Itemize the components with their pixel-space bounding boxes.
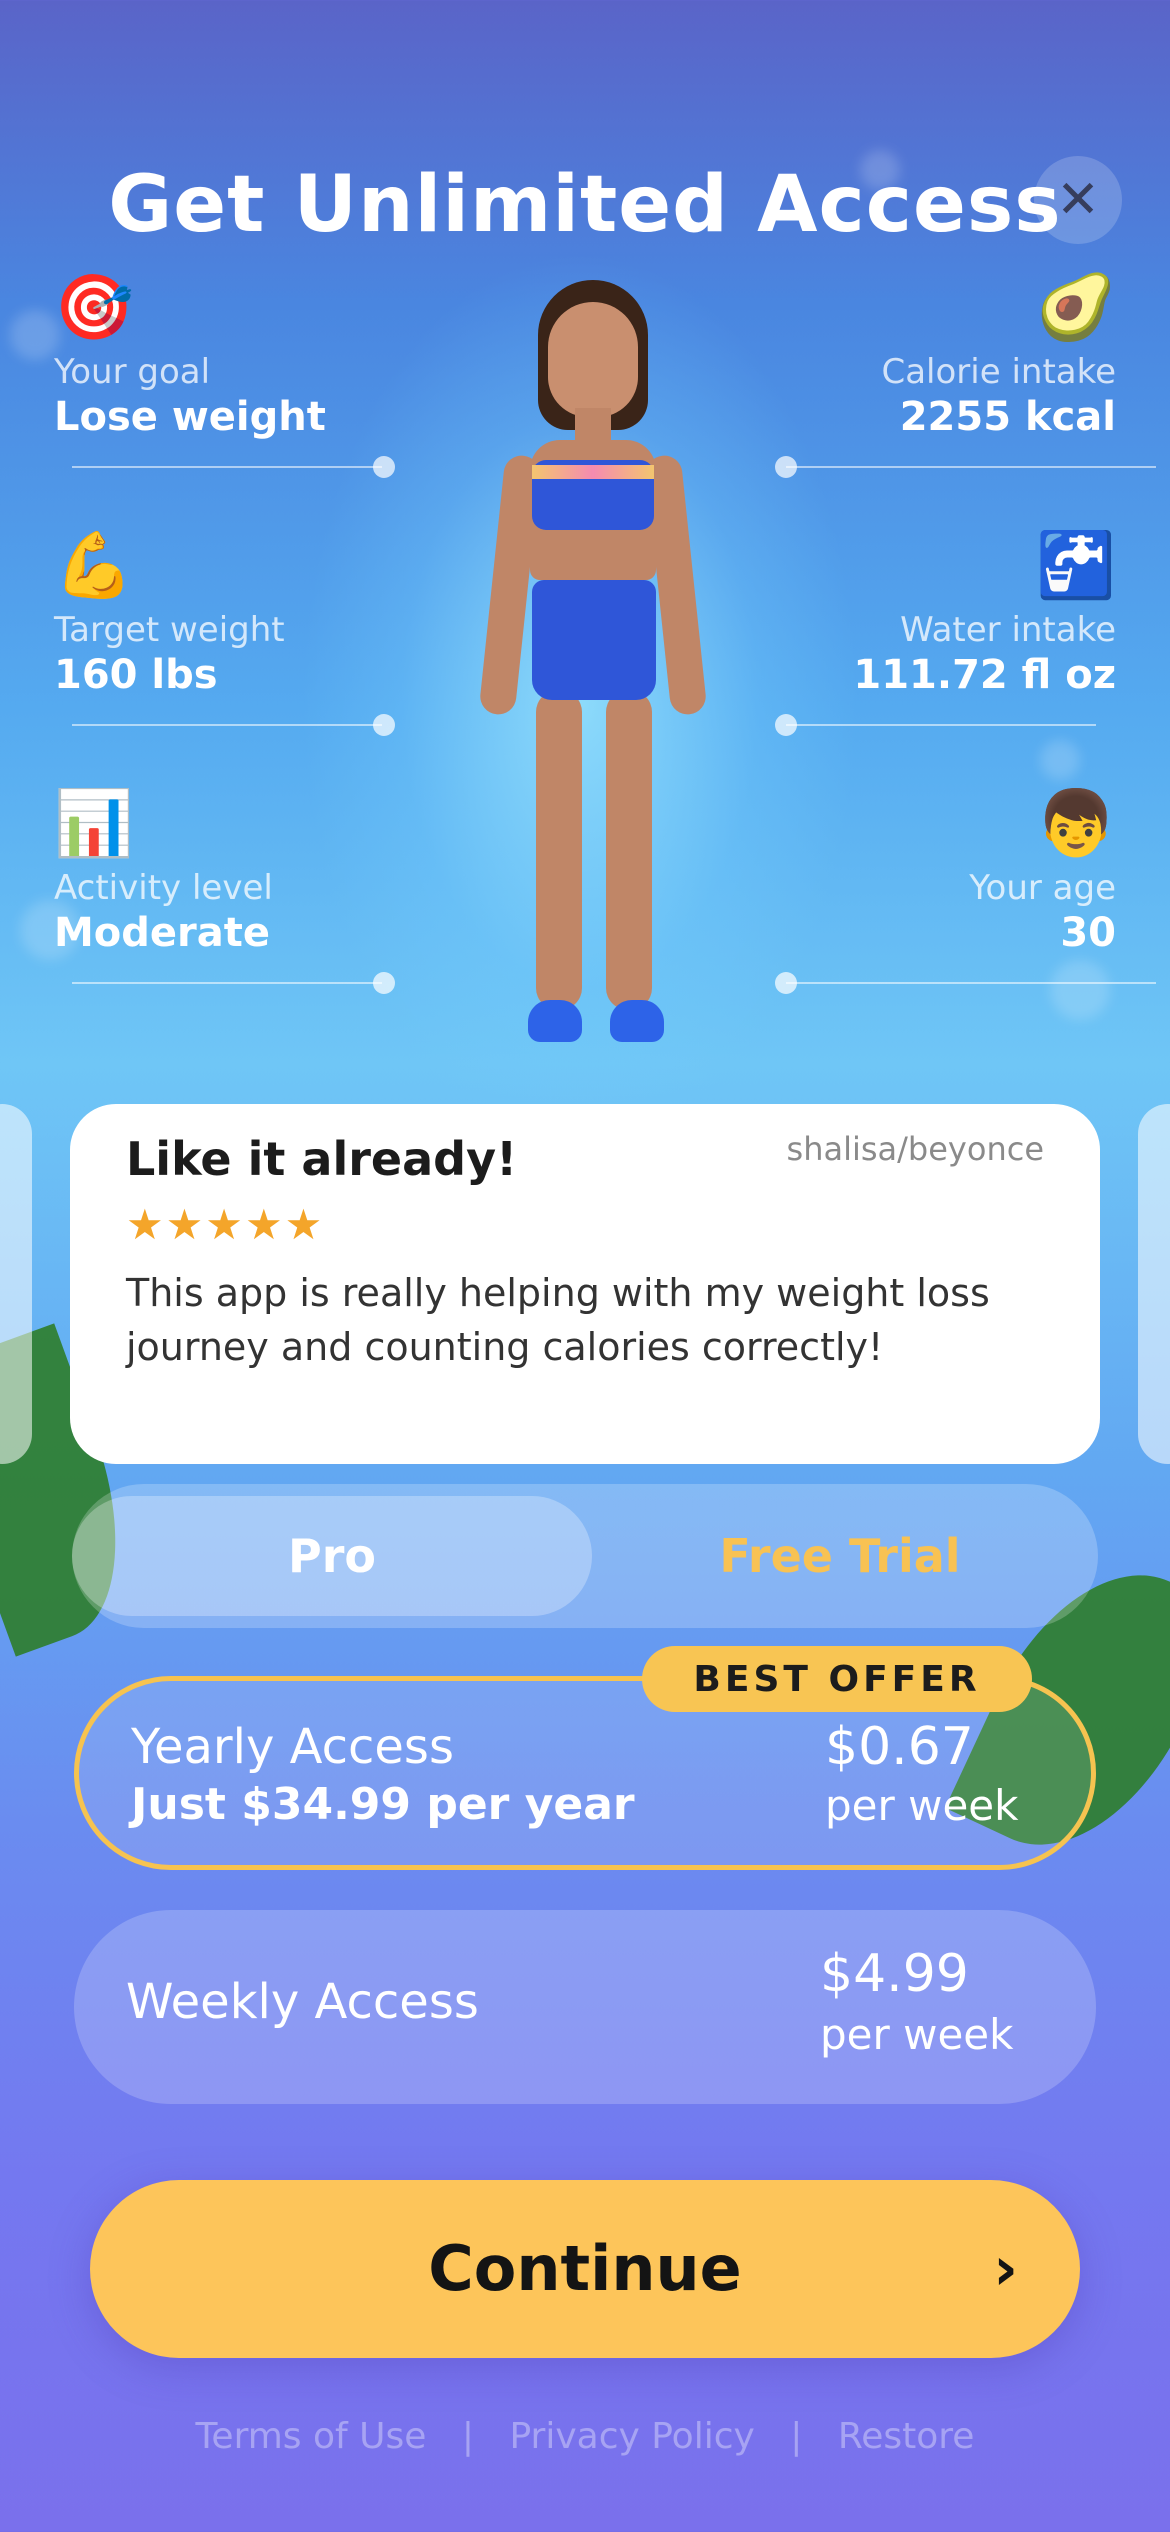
avatar-shorts: [532, 580, 656, 700]
tab-pro[interactable]: Pro: [72, 1496, 592, 1616]
stat-calorie-intake: 🥑 Calorie intake 2255 kcal: [776, 272, 1116, 440]
connector-dot: [775, 714, 797, 736]
stat-activity-level: 📊 Activity level Moderate: [54, 788, 394, 956]
review-text: This app is really helping with my weigh…: [126, 1271, 990, 1369]
stat-value: Lose weight: [54, 394, 326, 440]
water-tap-icon: 🚰: [1036, 529, 1116, 603]
stat-value: 160 lbs: [54, 652, 218, 698]
stat-water-intake: 🚰 Water intake 111.72 fl oz: [776, 530, 1116, 698]
avatar-head: [548, 302, 638, 417]
bokeh-light: [1040, 740, 1080, 780]
plan-price-unit: per week: [825, 1781, 1019, 1830]
best-offer-badge: BEST OFFER: [642, 1646, 1032, 1712]
body-avatar: [440, 280, 740, 1080]
stat-label: Target weight: [54, 610, 285, 650]
connector-dot: [373, 972, 395, 994]
avocado-icon: 🥑: [1036, 271, 1116, 345]
plan-price: $0.67: [825, 1717, 974, 1777]
stat-your-goal: 🎯 Your goal Lose weight: [54, 272, 394, 440]
target-icon: 🎯: [54, 271, 134, 345]
bokeh-light: [10, 310, 60, 360]
continue-label: Continue: [428, 2232, 742, 2305]
review-card-next[interactable]: [1138, 1104, 1170, 1464]
stat-label: Water intake: [900, 610, 1116, 650]
plan-option-weekly[interactable]: Weekly Access $4.99 per week: [74, 1910, 1096, 2104]
avatar-top-stripe: [532, 465, 654, 479]
footer-separator: |: [461, 2416, 474, 2457]
restore-link[interactable]: Restore: [838, 2416, 975, 2457]
close-button[interactable]: ✕: [1034, 156, 1122, 244]
review-title: Like it already!: [126, 1132, 518, 1186]
connector-dot: [775, 972, 797, 994]
stat-value: Moderate: [54, 910, 271, 956]
bar-chart-icon: 📊: [54, 787, 134, 861]
star-rating: ★★★★★: [126, 1200, 325, 1249]
chevron-right-icon: ›: [993, 2234, 1018, 2304]
connector-line: [786, 724, 1096, 726]
footer-links: Terms of Use | Privacy Policy | Restore: [0, 2416, 1170, 2457]
avatar-left-shoe: [528, 1000, 582, 1042]
close-icon: ✕: [1056, 170, 1100, 230]
connector-line: [786, 466, 1156, 468]
privacy-policy-link[interactable]: Privacy Policy: [509, 2416, 754, 2457]
boy-icon: 👦: [1036, 787, 1116, 861]
plan-name: Yearly Access: [131, 1719, 454, 1775]
page-title: Get Unlimited Access: [108, 160, 1062, 250]
plan-price: $4.99: [820, 1944, 969, 2004]
stat-label: Your goal: [54, 352, 211, 392]
stat-value: 30: [1060, 910, 1116, 956]
plan-subtitle: Just $34.99 per year: [131, 1779, 635, 1830]
review-card: Like it already! shalisa/beyonce ★★★★★ T…: [70, 1104, 1100, 1464]
avatar-right-leg: [606, 690, 652, 1010]
stat-label: Your age: [969, 868, 1116, 908]
stat-your-age: 👦 Your age 30: [776, 788, 1116, 956]
stat-label: Activity level: [54, 868, 273, 908]
bokeh-light: [1050, 960, 1110, 1020]
plan-price-unit: per week: [820, 2010, 1014, 2059]
avatar-left-leg: [536, 690, 582, 1010]
connector-line: [72, 724, 382, 726]
connector-line: [786, 982, 1156, 984]
terms-of-use-link[interactable]: Terms of Use: [196, 2416, 427, 2457]
review-author: shalisa/beyonce: [786, 1130, 1044, 1168]
flexed-biceps-icon: 💪: [54, 529, 134, 603]
stat-value: 111.72 fl oz: [853, 652, 1116, 698]
connector-dot: [373, 714, 395, 736]
continue-button[interactable]: Continue ›: [90, 2180, 1080, 2358]
connector-dot: [775, 456, 797, 478]
connector-dot: [373, 456, 395, 478]
footer-separator: |: [790, 2416, 803, 2457]
stat-value: 2255 kcal: [899, 394, 1116, 440]
stat-target-weight: 💪 Target weight 160 lbs: [54, 530, 394, 698]
avatar-right-shoe: [610, 1000, 664, 1042]
connector-line: [72, 982, 382, 984]
review-card-previous[interactable]: [0, 1104, 32, 1464]
plan-type-toggle: Pro Free Trial: [72, 1484, 1098, 1628]
plan-name: Weekly Access: [126, 1974, 479, 2030]
connector-line: [72, 466, 382, 468]
stat-label: Calorie intake: [881, 352, 1116, 392]
tab-free-trial[interactable]: Free Trial: [580, 1496, 1100, 1616]
